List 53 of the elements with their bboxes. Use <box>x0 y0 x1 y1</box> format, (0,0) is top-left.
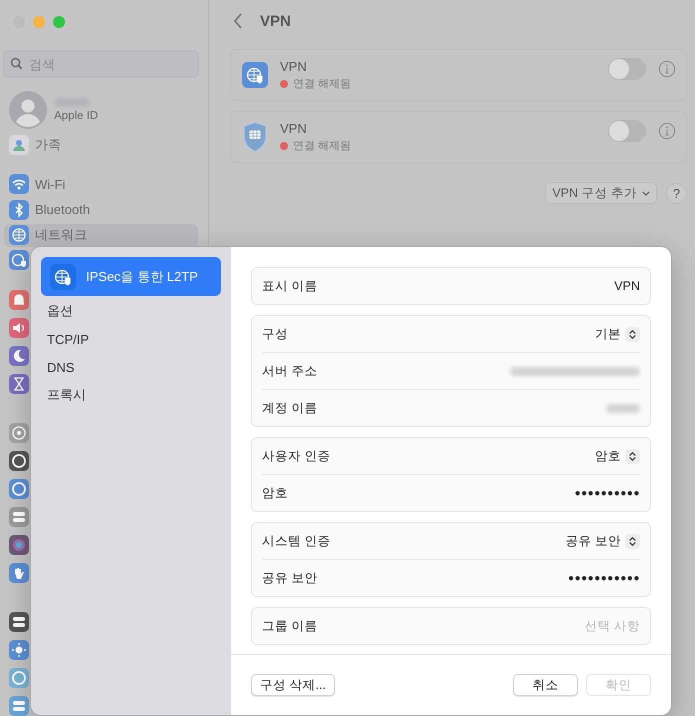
field-value[interactable]: VPN <box>614 279 640 293</box>
field-label: 암호 <box>262 484 288 502</box>
password-field[interactable]: ●●●●●●●●●● <box>574 488 640 498</box>
speaker-icon[interactable] <box>9 318 29 338</box>
bluetooth-icon <box>9 200 29 220</box>
avatar-icon[interactable] <box>9 91 47 129</box>
info-icon[interactable] <box>658 60 676 78</box>
wifi-icon <box>9 174 29 194</box>
shield-icon <box>242 121 268 153</box>
dialog-nav-item[interactable]: TCP/IP <box>41 325 221 353</box>
field-label: 계정 이름 <box>262 400 318 416</box>
dialog-nav-item[interactable]: IPSec을 통한 L2TP <box>41 257 221 296</box>
page-title: VPN <box>260 12 291 30</box>
info-icon[interactable] <box>658 122 676 140</box>
popup-menu[interactable]: 암호 <box>595 448 640 464</box>
stepper-icon <box>625 534 640 548</box>
field-label: 표시 이름 <box>262 278 318 294</box>
orb-icon[interactable] <box>9 535 29 555</box>
moon-icon[interactable] <box>9 346 29 366</box>
toggle-switch[interactable] <box>608 120 646 142</box>
field-label: 그룹 이름 <box>262 618 318 634</box>
field-label: 공유 보안 <box>262 570 318 586</box>
popup-menu[interactable]: 기본 <box>595 326 640 342</box>
service-status: 연결 해제됨 <box>293 139 352 153</box>
field-label: 시스템 인증 <box>262 532 330 550</box>
service-name: VPN <box>280 121 308 136</box>
sun-icon[interactable] <box>9 640 29 660</box>
dialog-nav-item[interactable]: 옵션 <box>41 297 221 325</box>
account-subtitle: Apple ID <box>54 110 98 122</box>
field-label: 사용자 인증 <box>262 448 330 464</box>
toggles-icon[interactable] <box>9 507 29 527</box>
redacted-value <box>606 404 640 412</box>
help-button[interactable]: ? <box>666 182 687 204</box>
password-field[interactable]: ●●●●●●●●●●● <box>568 572 640 584</box>
chevron-icon <box>642 190 650 196</box>
dialog-nav-item[interactable]: DNS <box>41 353 221 381</box>
field-label: 구성 <box>262 326 288 342</box>
popup-menu[interactable]: 공유 보안 <box>566 532 640 550</box>
stepper-icon <box>625 326 640 342</box>
dialog-button[interactable]: 취소 <box>513 674 578 696</box>
service-status: 연결 해제됨 <box>293 77 352 91</box>
delete-configuration-button[interactable]: 구성 삭제... <box>251 674 335 696</box>
hand-icon[interactable] <box>9 563 29 583</box>
input-field[interactable]: 선택 사항 <box>520 619 640 633</box>
stepper-icon <box>625 448 640 464</box>
back-icon[interactable] <box>233 13 243 29</box>
toggle-switch[interactable] <box>608 58 646 80</box>
field-label: 서버 주소 <box>262 362 318 380</box>
dialog-nav-item[interactable]: 프록시 <box>41 381 221 409</box>
service-name: VPN <box>280 59 308 74</box>
people-icon <box>9 134 29 155</box>
add-vpn-button[interactable]: VPN 구성 추가 <box>545 182 657 204</box>
hourglass-icon[interactable] <box>9 374 29 394</box>
